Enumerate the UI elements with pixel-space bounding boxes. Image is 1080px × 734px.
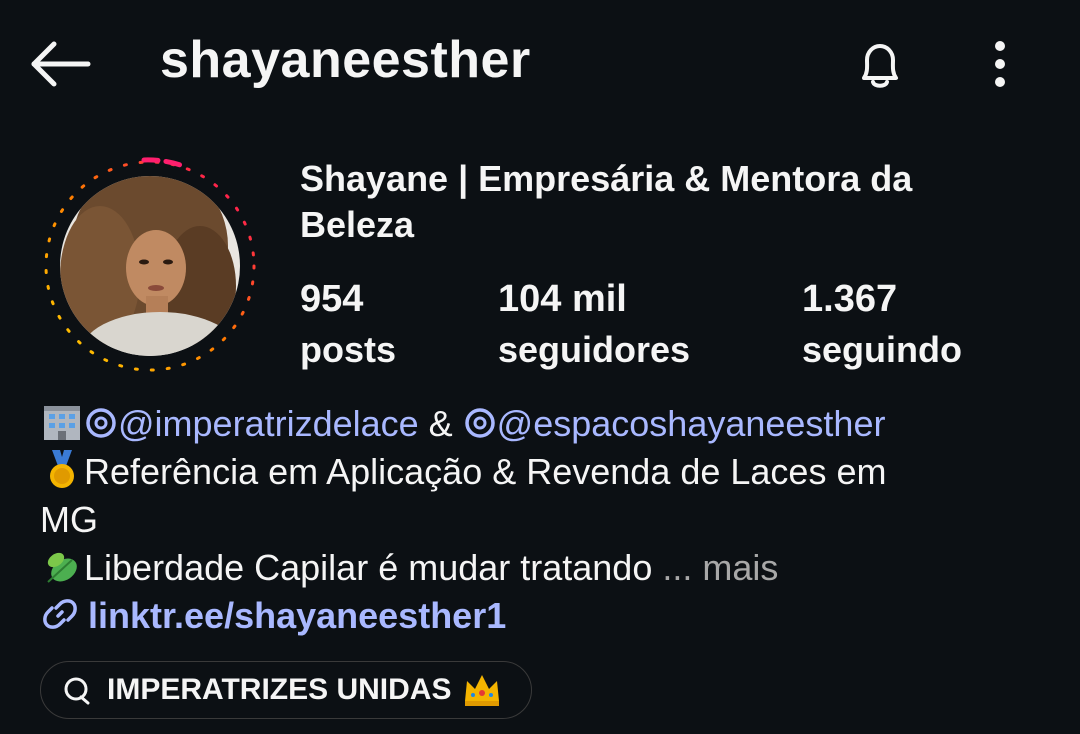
link-icon (43, 599, 77, 629)
bio-more-link[interactable]: ... mais (652, 547, 778, 588)
crown-icon (465, 675, 500, 706)
bio-external-link[interactable]: linktr.ee/shayaneesther1 (40, 594, 506, 637)
stat-following-value: 1.367 (802, 278, 898, 320)
profile-full-name: Shayane | Empresária & Mentora da Beleza (300, 158, 913, 245)
more-vertical-icon[interactable] (980, 38, 1020, 94)
stat-posts-value: 954 (300, 278, 364, 320)
profile-bio: @imperatrizdelace & @espacoshayaneesther… (40, 400, 1060, 592)
bio-line-1: @imperatrizdelace & @espacoshayaneesther (40, 400, 1060, 448)
bio-separator: & (418, 403, 463, 444)
avatar-photo (60, 176, 240, 356)
stat-followers-label: seguidores (498, 329, 691, 370)
bio-line-4: Liberdade Capilar é mudar tratando ... m… (40, 544, 1060, 592)
bio-line-2: Referência em Aplicação & Revenda de Lac… (40, 448, 1060, 496)
bio-link-text: linktr.ee/shayaneesther1 (88, 595, 507, 636)
profile-username: shayaneesther (160, 31, 531, 89)
bio-mention-2-text: @espacoshayaneesther (496, 403, 886, 444)
stat-following[interactable]: 1.367 seguindo (802, 274, 962, 376)
channel-label: IMPERATRIZES UNIDAS (107, 673, 452, 706)
arrow-left-icon[interactable] (30, 40, 92, 88)
threads-icon (86, 408, 116, 438)
stat-posts[interactable]: 954 posts (300, 274, 396, 376)
office-building-icon (44, 406, 80, 440)
stat-posts-label: posts (300, 329, 397, 370)
stat-followers[interactable]: 104 mil seguidores (498, 274, 690, 376)
broadcast-channel-button[interactable]: IMPERATRIZES UNIDAS (40, 661, 533, 719)
leaf-icon (47, 552, 77, 583)
bell-icon[interactable] (852, 38, 908, 94)
bio-line-2-text: Referência em Aplicação & Revenda de Lac… (84, 451, 887, 492)
medal-icon (50, 450, 74, 488)
profile-avatar[interactable] (40, 152, 260, 372)
top-bar: shayaneesther (0, 0, 1080, 130)
stat-followers-value: 104 mil (498, 278, 627, 320)
bio-line-4-text: Liberdade Capilar é mudar tratando (84, 547, 653, 588)
bio-mention-1-text: @imperatrizdelace (118, 403, 419, 444)
threads-icon (464, 408, 495, 438)
bio-mention-imperatrizdelace[interactable]: @imperatrizdelace (84, 403, 419, 444)
stat-following-label: seguindo (802, 329, 962, 370)
threads-chat-icon (64, 677, 90, 705)
bio-mention-espacoshayaneesther[interactable]: @espacoshayaneesther (463, 403, 886, 444)
bio-line-3: MG (40, 499, 98, 540)
